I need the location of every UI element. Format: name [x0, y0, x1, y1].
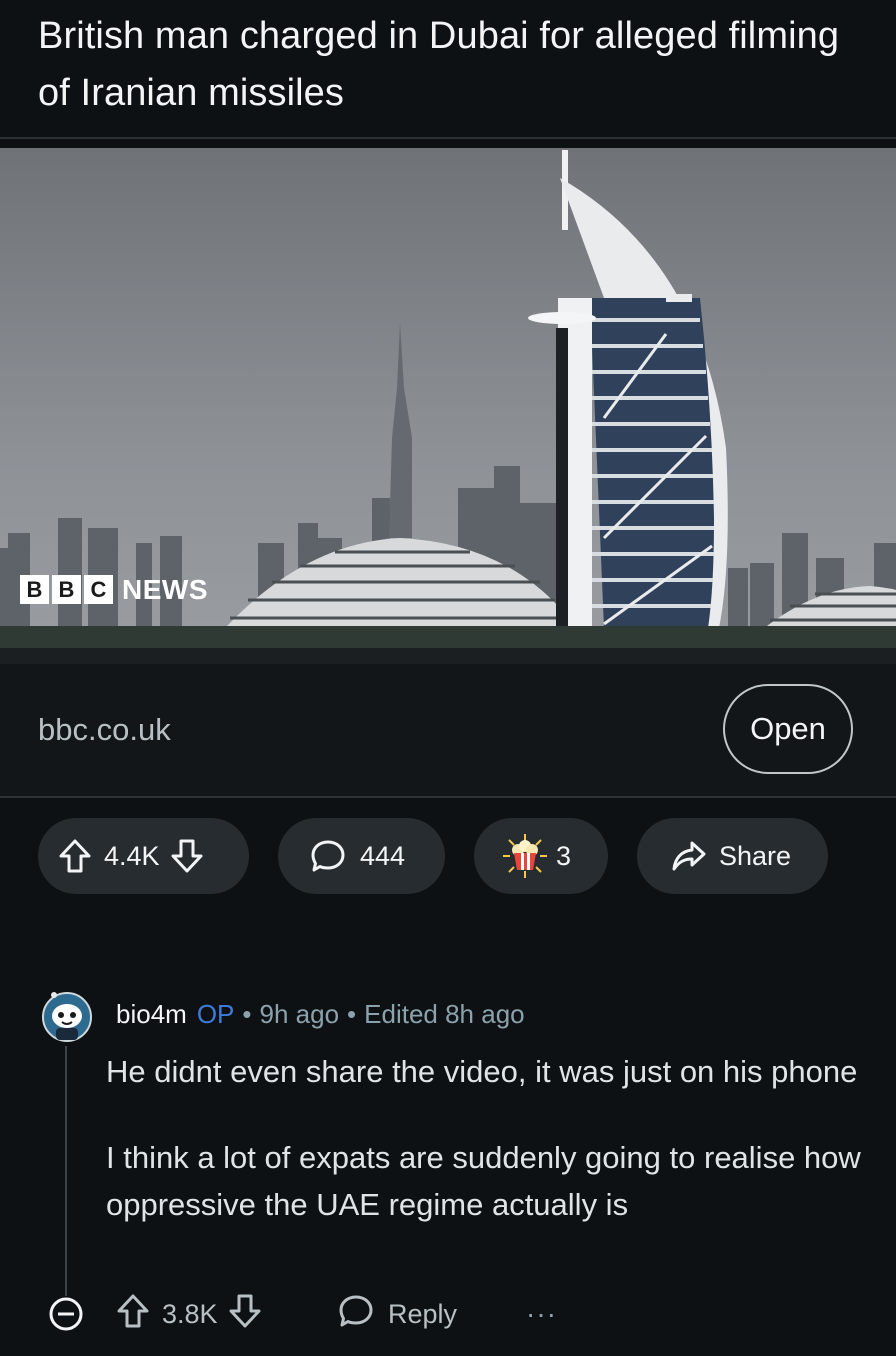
open-link-button[interactable]: Open: [723, 684, 853, 774]
post-action-bar: 4.4K 444 3 Share: [0, 818, 896, 894]
arrow-up-outline-icon[interactable]: [58, 838, 92, 874]
post-comment-count: 444: [360, 840, 406, 871]
title-divider: [0, 137, 896, 139]
arrow-down-outline-icon[interactable]: [228, 1293, 262, 1336]
meta-separator: •: [347, 999, 357, 1029]
bbc-logo-news: NEWS: [122, 574, 208, 605]
comment: bio4m OP • 9h ago • Edited 8h ago He didnt ev…: [0, 984, 896, 1356]
post-vote-count: 4.4K: [104, 840, 160, 871]
share-arrow-icon: [671, 839, 707, 873]
link-preview-bar[interactable]: bbc.co.uk Open: [0, 664, 896, 798]
share-label: Share: [719, 840, 792, 871]
post-title[interactable]: British man charged in Dubai for alleged…: [38, 8, 858, 122]
arrow-down-outline-icon[interactable]: [170, 838, 204, 874]
speech-bubble-icon: [338, 1293, 374, 1336]
post-award-count: 3: [556, 840, 572, 871]
link-domain[interactable]: bbc.co.uk: [38, 710, 171, 750]
arrow-up-outline-icon[interactable]: [116, 1293, 150, 1336]
post-award-button[interactable]: 3: [474, 818, 608, 894]
comment-timestamp: 9h ago: [259, 999, 340, 1029]
comment-meta: bio4m OP • 9h ago • Edited 8h ago: [116, 998, 525, 1030]
minus-circle-icon[interactable]: [48, 1284, 84, 1344]
post-vote-pill: 4.4K: [38, 818, 249, 894]
popcorn-award-icon: [502, 833, 548, 879]
reply-label: Reply: [388, 1298, 458, 1329]
speech-bubble-icon: [310, 838, 346, 874]
bbc-logo-b2: B: [52, 575, 81, 604]
meta-separator: •: [242, 999, 252, 1029]
bbc-news-logo: B B C NEWS: [20, 575, 208, 604]
comment-edited: Edited 8h ago: [364, 999, 525, 1029]
bbc-logo-b1: B: [20, 575, 49, 604]
comment-username[interactable]: bio4m: [116, 999, 187, 1029]
comment-vote-group: 3.8K: [116, 1284, 262, 1344]
comment-paragraph: He didnt even share the video, it was ju…: [106, 1054, 858, 1089]
reply-button[interactable]: Reply: [338, 1284, 457, 1344]
post-comments-button[interactable]: 444: [278, 818, 445, 894]
post-share-button[interactable]: Share: [637, 818, 828, 894]
op-badge: OP: [196, 999, 235, 1029]
post-thumbnail[interactable]: B B C NEWS: [0, 148, 896, 664]
snoo-avatar-icon[interactable]: [42, 992, 92, 1042]
thread-line[interactable]: [65, 1046, 67, 1296]
bbc-logo-c: C: [84, 575, 113, 604]
comment-vote-count: 3.8K: [162, 1298, 218, 1329]
comment-body: He didnt even share the video, it was ju…: [106, 1048, 866, 1267]
more-options-button[interactable]: ···: [526, 1284, 557, 1344]
comment-action-bar: 3.8K Reply ···: [0, 1284, 896, 1344]
comment-paragraph: I think a lot of expats are suddenly goi…: [106, 1140, 861, 1222]
